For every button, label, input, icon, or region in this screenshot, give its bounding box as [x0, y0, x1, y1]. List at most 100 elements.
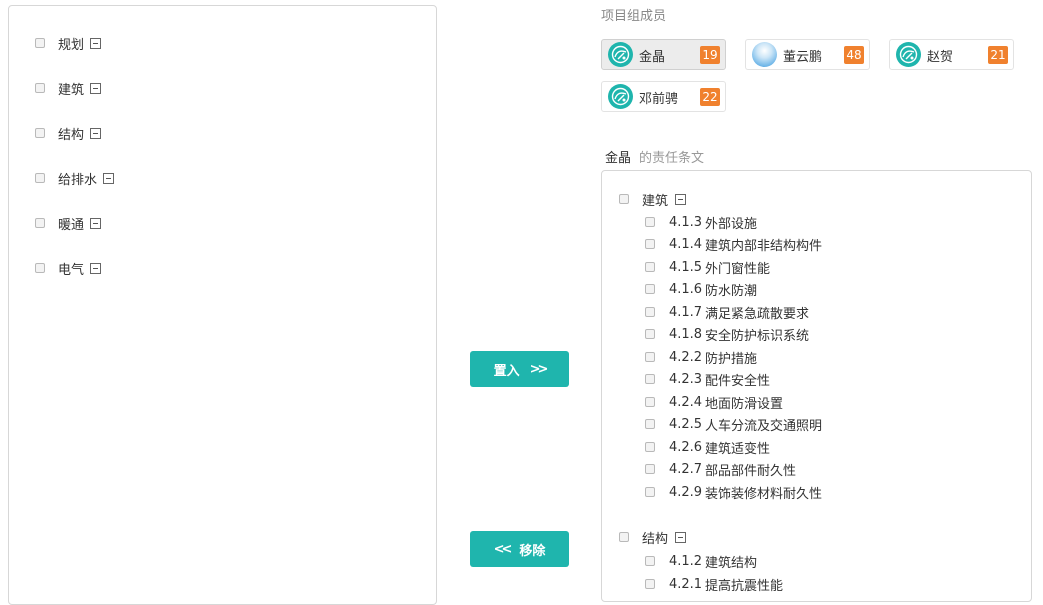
clause-code: 4.1.5 — [669, 259, 703, 275]
left-tree-item[interactable]: 给排水 — [35, 168, 115, 188]
clause-row[interactable]: 4.2.2 防护措施 — [645, 348, 758, 367]
checkbox[interactable] — [645, 307, 655, 317]
group-label: 建筑 — [642, 193, 669, 209]
clause-row[interactable]: 4.2.1 提高抗震性能 — [645, 575, 783, 594]
clause-row[interactable]: 4.1.5 外门窗性能 — [645, 258, 771, 277]
left-tree-item[interactable]: 电气 — [35, 258, 102, 278]
clause-row[interactable]: 4.2.7 部品部件耐久性 — [645, 460, 797, 479]
left-tree-item-label: 给排水 — [58, 172, 98, 188]
clause-code: 4.2.2 — [669, 349, 703, 365]
member-count-badge: 19 — [700, 46, 720, 64]
clause-code: 4.2.3 — [669, 371, 703, 387]
members-title: 项目组成员 — [601, 9, 667, 24]
responsibility-suffix: 的责任条文 — [639, 151, 705, 166]
responsibility-panel: 建筑 4.1.3 外部设施 4.1.4 建筑内部非结构构件 4.1.5 外门窗性… — [601, 170, 1032, 602]
collapse-icon[interactable] — [103, 172, 115, 184]
add-button[interactable]: 置入 >> — [470, 351, 569, 387]
collapse-icon[interactable] — [90, 262, 102, 274]
left-tree-item[interactable]: 建筑 — [35, 78, 102, 98]
clause-row[interactable]: 4.1.6 防水防潮 — [645, 280, 758, 299]
clause-code: 4.1.3 — [669, 214, 703, 230]
chevron-double-right-icon: >> — [529, 361, 549, 377]
left-tree-item[interactable]: 结构 — [35, 123, 102, 143]
checkbox[interactable] — [619, 532, 629, 542]
member-name: 赵贺 — [927, 50, 954, 65]
photo-avatar — [752, 42, 777, 67]
checkbox[interactable] — [645, 487, 655, 497]
checkbox[interactable] — [645, 217, 655, 227]
clause-name: 建筑结构 — [705, 555, 758, 571]
clause-name: 满足紧急疏散要求 — [705, 306, 810, 322]
checkbox[interactable] — [35, 218, 45, 228]
clause-row[interactable]: 4.1.4 建筑内部非结构构件 — [645, 235, 823, 254]
checkbox[interactable] — [645, 329, 655, 339]
member-count-badge: 48 — [844, 46, 864, 64]
clause-row[interactable]: 4.2.4 地面防滑设置 — [645, 393, 784, 412]
checkbox[interactable] — [645, 397, 655, 407]
checkbox[interactable] — [35, 83, 45, 93]
clause-code: 4.1.2 — [669, 553, 703, 569]
clause-name: 外门窗性能 — [705, 261, 771, 277]
left-category-panel: 规划 建筑 结构 给排水 暖通 电气 — [8, 5, 437, 605]
clause-row[interactable]: 4.2.9 装饰装修材料耐久性 — [645, 483, 822, 502]
left-tree-item-label: 规划 — [58, 37, 85, 53]
group-label: 结构 — [642, 531, 669, 547]
clause-name: 建筑适变性 — [705, 441, 771, 457]
group-row[interactable]: 建筑 — [619, 190, 687, 209]
clause-name: 部品部件耐久性 — [705, 463, 797, 479]
member-count-badge: 22 — [700, 88, 720, 106]
clause-row[interactable]: 4.1.8 安全防护标识系统 — [645, 325, 809, 344]
left-tree-item[interactable]: 暖通 — [35, 213, 102, 233]
remove-button[interactable]: << 移除 — [470, 531, 569, 567]
collapse-icon[interactable] — [675, 531, 687, 543]
clause-name: 建筑内部非结构构件 — [705, 238, 823, 254]
collapse-icon[interactable] — [90, 82, 102, 94]
default-avatar-icon — [896, 42, 921, 67]
clause-row[interactable]: 4.1.3 外部设施 — [645, 213, 757, 232]
clause-name: 配件安全性 — [705, 373, 771, 389]
chevron-double-left-icon: << — [493, 541, 513, 557]
responsibility-title: 金晶 的责任条文 — [605, 147, 704, 166]
member-chip[interactable]: 赵贺 21 — [889, 39, 1014, 70]
collapse-icon[interactable] — [90, 127, 102, 139]
checkbox[interactable] — [35, 173, 45, 183]
member-count-badge: 21 — [988, 46, 1008, 64]
clause-row[interactable]: 4.2.3 配件安全性 — [645, 370, 771, 389]
checkbox[interactable] — [645, 374, 655, 384]
clause-code: 4.2.7 — [669, 461, 703, 477]
clause-name: 地面防滑设置 — [705, 396, 784, 412]
member-chip[interactable]: 金晶 19 — [601, 39, 726, 70]
checkbox[interactable] — [645, 239, 655, 249]
left-tree-item[interactable]: 规划 — [35, 33, 102, 53]
checkbox[interactable] — [35, 128, 45, 138]
clause-code: 4.2.6 — [669, 439, 703, 455]
clause-row[interactable]: 4.2.5 人车分流及交通照明 — [645, 415, 822, 434]
checkbox[interactable] — [645, 442, 655, 452]
checkbox[interactable] — [35, 38, 45, 48]
checkbox[interactable] — [645, 284, 655, 294]
clause-row[interactable]: 4.2.6 建筑适变性 — [645, 438, 771, 457]
clause-code: 4.1.8 — [669, 326, 703, 342]
checkbox[interactable] — [619, 194, 629, 204]
checkbox[interactable] — [645, 556, 655, 566]
clause-code: 4.2.4 — [669, 394, 703, 410]
member-chip[interactable]: 邓前骋 22 — [601, 81, 726, 112]
clause-name: 防护措施 — [705, 351, 758, 367]
checkbox[interactable] — [645, 464, 655, 474]
add-button-label: 置入 — [493, 363, 520, 379]
checkbox[interactable] — [645, 352, 655, 362]
group-row[interactable]: 结构 — [619, 528, 687, 547]
collapse-icon[interactable] — [675, 193, 687, 205]
collapse-icon[interactable] — [90, 217, 102, 229]
member-chip[interactable]: 董云鹏 48 — [745, 39, 870, 70]
clause-code: 4.1.6 — [669, 281, 703, 297]
checkbox[interactable] — [645, 419, 655, 429]
checkbox[interactable] — [645, 262, 655, 272]
clause-row[interactable]: 4.1.7 满足紧急疏散要求 — [645, 303, 810, 322]
clause-row[interactable]: 4.1.2 建筑结构 — [645, 552, 758, 571]
checkbox[interactable] — [35, 263, 45, 273]
left-tree-item-label: 暖通 — [58, 217, 85, 233]
clause-name: 防水防潮 — [705, 283, 758, 299]
collapse-icon[interactable] — [90, 37, 102, 49]
checkbox[interactable] — [645, 579, 655, 589]
